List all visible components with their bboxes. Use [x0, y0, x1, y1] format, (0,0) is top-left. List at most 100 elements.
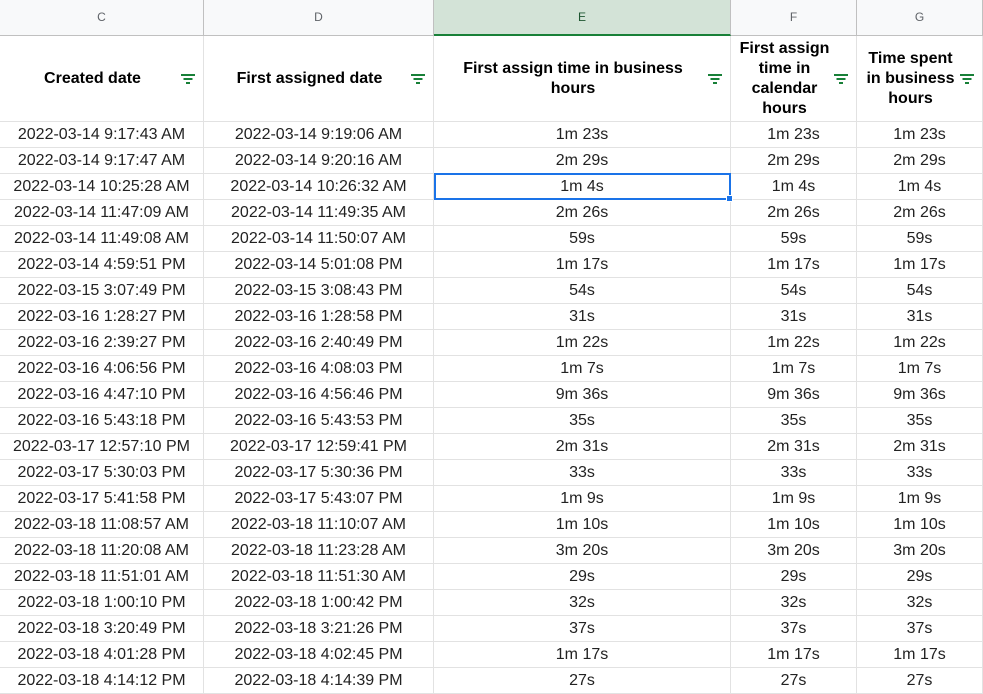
cell-g[interactable]: 1m 22s	[857, 330, 983, 356]
header-cell-g[interactable]: Time spent in business hours	[857, 36, 983, 122]
cell-e[interactable]: 2m 29s	[434, 148, 731, 174]
cell-c[interactable]: 2022-03-18 11:20:08 AM	[0, 538, 204, 564]
cell-f[interactable]: 1m 17s	[731, 252, 857, 278]
cell-f[interactable]: 1m 10s	[731, 512, 857, 538]
cell-e[interactable]: 35s	[434, 408, 731, 434]
cell-g[interactable]: 1m 9s	[857, 486, 983, 512]
cell-d[interactable]: 2022-03-18 3:21:26 PM	[204, 616, 434, 642]
cell-g[interactable]: 1m 4s	[857, 174, 983, 200]
cell-d[interactable]: 2022-03-18 11:23:28 AM	[204, 538, 434, 564]
filter-icon[interactable]	[960, 73, 974, 84]
cell-d[interactable]: 2022-03-14 10:26:32 AM	[204, 174, 434, 200]
cell-c[interactable]: 2022-03-17 5:41:58 PM	[0, 486, 204, 512]
header-cell-c[interactable]: Created date	[0, 36, 204, 122]
cell-f[interactable]: 59s	[731, 226, 857, 252]
cell-c[interactable]: 2022-03-14 10:25:28 AM	[0, 174, 204, 200]
cell-f[interactable]: 35s	[731, 408, 857, 434]
cell-e[interactable]: 3m 20s	[434, 538, 731, 564]
cell-d[interactable]: 2022-03-14 11:49:35 AM	[204, 200, 434, 226]
cell-g[interactable]: 33s	[857, 460, 983, 486]
cell-e[interactable]: 29s	[434, 564, 731, 590]
cell-c[interactable]: 2022-03-18 11:08:57 AM	[0, 512, 204, 538]
cell-e[interactable]: 1m 17s	[434, 642, 731, 668]
cell-g[interactable]: 1m 17s	[857, 252, 983, 278]
cell-f[interactable]: 2m 31s	[731, 434, 857, 460]
cell-g[interactable]: 1m 10s	[857, 512, 983, 538]
cell-e[interactable]: 37s	[434, 616, 731, 642]
cell-e[interactable]: 33s	[434, 460, 731, 486]
cell-c[interactable]: 2022-03-14 11:49:08 AM	[0, 226, 204, 252]
column-letter-c[interactable]: C	[0, 0, 204, 36]
cell-g[interactable]: 2m 26s	[857, 200, 983, 226]
cell-d[interactable]: 2022-03-17 5:43:07 PM	[204, 486, 434, 512]
fill-handle[interactable]	[726, 195, 733, 202]
filter-icon[interactable]	[411, 73, 425, 84]
filter-icon[interactable]	[181, 73, 195, 84]
cell-e[interactable]: 1m 4s	[434, 174, 731, 200]
cell-f[interactable]: 1m 7s	[731, 356, 857, 382]
cell-d[interactable]: 2022-03-14 11:50:07 AM	[204, 226, 434, 252]
column-letter-d[interactable]: D	[204, 0, 434, 36]
cell-c[interactable]: 2022-03-16 5:43:18 PM	[0, 408, 204, 434]
cell-g[interactable]: 1m 7s	[857, 356, 983, 382]
column-letter-f[interactable]: F	[731, 0, 857, 36]
cell-d[interactable]: 2022-03-14 5:01:08 PM	[204, 252, 434, 278]
cell-e[interactable]: 32s	[434, 590, 731, 616]
cell-g[interactable]: 35s	[857, 408, 983, 434]
cell-e[interactable]: 1m 9s	[434, 486, 731, 512]
cell-c[interactable]: 2022-03-14 11:47:09 AM	[0, 200, 204, 226]
cell-f[interactable]: 1m 17s	[731, 642, 857, 668]
cell-f[interactable]: 33s	[731, 460, 857, 486]
cell-c[interactable]: 2022-03-18 11:51:01 AM	[0, 564, 204, 590]
cell-g[interactable]: 37s	[857, 616, 983, 642]
cell-e[interactable]: 2m 31s	[434, 434, 731, 460]
cell-f[interactable]: 1m 23s	[731, 122, 857, 148]
column-letter-g[interactable]: G	[857, 0, 983, 36]
cell-d[interactable]: 2022-03-16 4:08:03 PM	[204, 356, 434, 382]
cell-e[interactable]: 31s	[434, 304, 731, 330]
cell-f[interactable]: 1m 4s	[731, 174, 857, 200]
cell-c[interactable]: 2022-03-14 4:59:51 PM	[0, 252, 204, 278]
cell-d[interactable]: 2022-03-18 11:10:07 AM	[204, 512, 434, 538]
cell-g[interactable]: 3m 20s	[857, 538, 983, 564]
cell-e[interactable]: 1m 22s	[434, 330, 731, 356]
cell-f[interactable]: 29s	[731, 564, 857, 590]
cell-c[interactable]: 2022-03-16 4:06:56 PM	[0, 356, 204, 382]
cell-c[interactable]: 2022-03-18 1:00:10 PM	[0, 590, 204, 616]
cell-c[interactable]: 2022-03-18 4:14:12 PM	[0, 668, 204, 694]
cell-d[interactable]: 2022-03-16 4:56:46 PM	[204, 382, 434, 408]
cell-c[interactable]: 2022-03-14 9:17:43 AM	[0, 122, 204, 148]
cell-d[interactable]: 2022-03-17 5:30:36 PM	[204, 460, 434, 486]
cell-e[interactable]: 1m 7s	[434, 356, 731, 382]
cell-d[interactable]: 2022-03-18 11:51:30 AM	[204, 564, 434, 590]
cell-d[interactable]: 2022-03-18 1:00:42 PM	[204, 590, 434, 616]
cell-e[interactable]: 1m 17s	[434, 252, 731, 278]
cell-g[interactable]: 2m 29s	[857, 148, 983, 174]
cell-d[interactable]: 2022-03-18 4:02:45 PM	[204, 642, 434, 668]
cell-c[interactable]: 2022-03-18 4:01:28 PM	[0, 642, 204, 668]
cell-f[interactable]: 54s	[731, 278, 857, 304]
cell-c[interactable]: 2022-03-18 3:20:49 PM	[0, 616, 204, 642]
cell-c[interactable]: 2022-03-16 2:39:27 PM	[0, 330, 204, 356]
cell-f[interactable]: 27s	[731, 668, 857, 694]
cell-g[interactable]: 9m 36s	[857, 382, 983, 408]
column-letter-e[interactable]: E	[434, 0, 731, 36]
cell-d[interactable]: 2022-03-14 9:19:06 AM	[204, 122, 434, 148]
cell-c[interactable]: 2022-03-16 1:28:27 PM	[0, 304, 204, 330]
cell-c[interactable]: 2022-03-17 5:30:03 PM	[0, 460, 204, 486]
cell-c[interactable]: 2022-03-15 3:07:49 PM	[0, 278, 204, 304]
cell-f[interactable]: 9m 36s	[731, 382, 857, 408]
cell-d[interactable]: 2022-03-16 5:43:53 PM	[204, 408, 434, 434]
cell-g[interactable]: 1m 17s	[857, 642, 983, 668]
header-cell-f[interactable]: First assign time in calendar hours	[731, 36, 857, 122]
cell-d[interactable]: 2022-03-16 1:28:58 PM	[204, 304, 434, 330]
filter-icon[interactable]	[834, 73, 848, 84]
cell-g[interactable]: 1m 23s	[857, 122, 983, 148]
cell-f[interactable]: 1m 9s	[731, 486, 857, 512]
cell-g[interactable]: 31s	[857, 304, 983, 330]
cell-d[interactable]: 2022-03-18 4:14:39 PM	[204, 668, 434, 694]
cell-g[interactable]: 29s	[857, 564, 983, 590]
header-cell-e[interactable]: First assign time in business hours	[434, 36, 731, 122]
cell-d[interactable]: 2022-03-17 12:59:41 PM	[204, 434, 434, 460]
cell-f[interactable]: 37s	[731, 616, 857, 642]
